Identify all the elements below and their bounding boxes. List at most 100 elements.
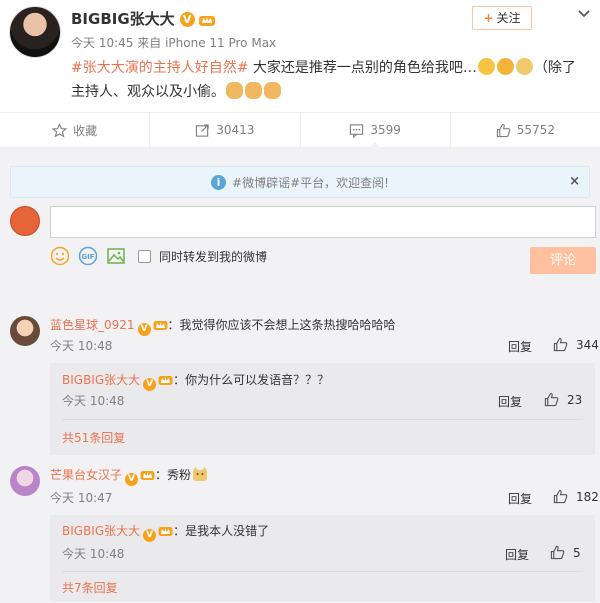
comment-like-count: 182	[576, 489, 599, 504]
reply-time: 今天 10:48	[62, 547, 125, 561]
thumbs-up-icon	[553, 489, 568, 504]
post-text: #张大大演的主持人好自然# 大家还是推荐一点别的角色给我吧… （除了 主持人、观众…	[71, 56, 591, 104]
verified-v-icon: V	[179, 12, 195, 27]
smiley-icon[interactable]	[50, 246, 70, 266]
comment-text: ：秀粉	[155, 468, 192, 482]
laugh-cry-emoji-icon	[496, 58, 514, 75]
pray-emoji-icon	[245, 82, 262, 99]
thumbs-up-icon	[496, 123, 511, 137]
reply-line: BIGBIG张大大 V ：你为什么可以发语音？？？	[62, 371, 329, 391]
post-text-main: 大家还是推荐一点别的角色给我吧…	[248, 60, 477, 76]
image-icon[interactable]	[106, 246, 126, 266]
current-user-avatar	[10, 206, 40, 236]
crown-badge-icon	[153, 321, 168, 330]
follow-button[interactable]: + 关注	[472, 6, 532, 30]
forward-count: 30413	[216, 123, 255, 137]
comment-line: 蓝色星球_0921 V ：我觉得你应该不会想上这条热搜哈哈哈哈	[50, 316, 396, 336]
laugh-cry-emoji-icon	[477, 58, 495, 75]
reply-time: 今天 10:48	[62, 394, 125, 408]
post-action-bar: 收藏 30413 3599 55752	[0, 112, 600, 148]
info-icon: i	[211, 174, 227, 190]
comment-icon	[350, 123, 364, 138]
chevron-down-icon[interactable]	[578, 8, 590, 20]
commenter-name[interactable]: 蓝色星球_0921	[50, 318, 135, 332]
composer-toolbar: GIF 同时转发到我的微博	[50, 246, 267, 266]
reply-author-name[interactable]: BIGBIG张大大	[62, 524, 140, 538]
plus-icon: +	[483, 11, 494, 25]
like-button[interactable]: 55752	[451, 113, 600, 147]
comment-time: 今天 10:48	[50, 339, 113, 353]
thumbs-up-icon	[550, 545, 565, 560]
verified-v-icon: V	[143, 529, 157, 542]
comment-input[interactable]	[50, 206, 596, 238]
post-time[interactable]: 今天 10:45	[71, 36, 133, 50]
divider	[62, 419, 583, 420]
author-avatar[interactable]	[9, 6, 61, 58]
reply-like-button[interactable]: 5	[550, 545, 581, 560]
pray-emoji-icon	[226, 82, 243, 99]
favorite-label: 收藏	[73, 123, 98, 138]
post-card: BIGBIG张大大 V + 关注 今天 10:45 来自 iPhone 11 Pro…	[0, 0, 600, 112]
crown-badge-icon	[158, 376, 173, 385]
favorite-button[interactable]: 收藏	[0, 113, 151, 147]
weibo-post-page: BIGBIG张大大 V + 关注 今天 10:45 来自 iPhone 11 Pro…	[0, 0, 600, 603]
like-count: 55752	[516, 123, 555, 137]
reply-thread: BIGBIG张大大 V ：你为什么可以发语音？？？ 今天 10:48 回复 23 共…	[50, 363, 595, 455]
verified-v-icon: V	[137, 323, 151, 336]
also-forward-checkbox[interactable]	[138, 249, 151, 263]
rumor-notice-banner: i #微博辟谣#平台，欢迎查阅! ×	[10, 166, 590, 198]
comment-text: ：我觉得你应该不会想上这条热搜哈哈哈哈	[167, 318, 396, 332]
comment-tab[interactable]: 3599	[301, 113, 451, 148]
post-text-paren: （除了	[533, 60, 576, 76]
commenter-avatar[interactable]	[10, 466, 40, 496]
follow-label: 关注	[496, 11, 521, 25]
crown-badge-icon	[158, 527, 173, 536]
more-replies-link[interactable]: 共7条回复	[62, 579, 118, 596]
forward-button[interactable]: 30413	[150, 113, 301, 147]
reply-button[interactable]: 回复	[508, 338, 532, 355]
comment-like-button[interactable]: 182	[553, 489, 599, 504]
cat-emoji-icon	[515, 58, 533, 75]
topic-link[interactable]: #张大大演的主持人好自然#	[71, 60, 248, 76]
reply-text: ：你为什么可以发语音？？？	[173, 373, 330, 387]
author-name[interactable]: BIGBIG张大大	[71, 10, 175, 28]
source-prefix: 来自	[137, 36, 162, 50]
comment-count: 3599	[370, 123, 401, 137]
reply-line: BIGBIG张大大 V ：是我本人没错了	[62, 522, 269, 542]
comment-time: 今天 10:47	[50, 491, 113, 505]
crown-badge-icon	[198, 15, 215, 26]
comment-item: 蓝色星球_0921 V ：我觉得你应该不会想上这条热搜哈哈哈哈 今天 10:48 回…	[0, 310, 600, 460]
reply-thread: BIGBIG张大大 V ：是我本人没错了 今天 10:48 回复 5 共7条回复	[50, 515, 595, 601]
post-device: iPhone 11 Pro Max	[165, 36, 277, 50]
more-replies-link[interactable]: 共51条回复	[62, 429, 125, 446]
comment-line: 芒果台女汉子 V ：秀粉	[50, 466, 209, 486]
crown-badge-icon	[140, 471, 155, 480]
thumbs-up-icon	[553, 337, 568, 352]
reply-author-name[interactable]: BIGBIG张大大	[62, 373, 140, 387]
reply-button[interactable]: 回复	[505, 546, 529, 563]
author-name-row: BIGBIG张大大 V	[71, 8, 216, 29]
reply-text: ：是我本人没错了	[173, 524, 270, 538]
star-icon	[52, 122, 68, 137]
also-forward-label: 同时转发到我的微博	[159, 249, 268, 264]
thumbs-up-icon	[544, 392, 559, 407]
notice-text[interactable]: #微博辟谣#平台，欢迎查阅!	[232, 174, 389, 191]
forward-icon	[196, 123, 209, 137]
reply-like-button[interactable]: 23	[544, 392, 582, 407]
submit-comment-button[interactable]: 评论	[530, 247, 596, 274]
reply-button[interactable]: 回复	[498, 393, 522, 410]
reply-button[interactable]: 回复	[508, 490, 532, 507]
comment-like-count: 344	[576, 337, 599, 352]
close-icon[interactable]: ×	[569, 174, 580, 189]
commenter-name[interactable]: 芒果台女汉子	[50, 468, 122, 482]
gif-icon[interactable]: GIF	[78, 246, 98, 266]
pray-emoji-icon	[264, 82, 281, 99]
comment-like-button[interactable]: 344	[553, 337, 599, 352]
divider	[62, 571, 583, 572]
reply-like-count: 23	[567, 392, 583, 407]
svg-text:GIF: GIF	[81, 253, 94, 261]
verified-v-icon: V	[143, 378, 157, 391]
commenter-avatar[interactable]	[10, 316, 40, 346]
verified-v-icon: V	[125, 473, 139, 486]
cat-emoji-icon	[193, 467, 208, 481]
